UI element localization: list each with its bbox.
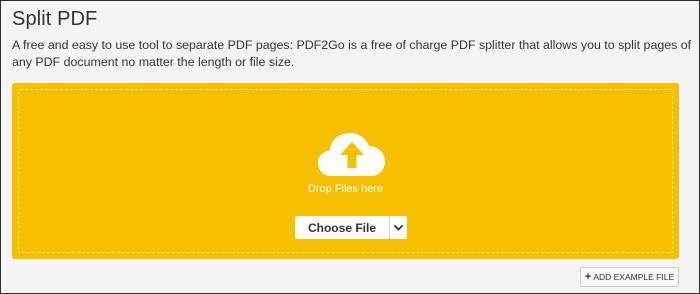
choose-file-group: Choose File (295, 216, 407, 239)
plus-icon: + (584, 270, 592, 283)
page-description: A free and easy to use tool to separate … (12, 38, 692, 69)
add-example-file-button[interactable]: + ADD EXAMPLE FILE (580, 267, 679, 287)
choose-file-button[interactable]: Choose File (295, 216, 389, 239)
drop-zone-border: Drop Files here Choose File (18, 89, 673, 253)
upload-source-dropdown[interactable] (389, 216, 407, 239)
page-frame: Split PDF A free and easy to use tool to… (0, 0, 700, 294)
drop-files-text: Drop Files here (307, 183, 384, 195)
chevron-down-icon (394, 224, 403, 230)
add-example-file-label: ADD EXAMPLE FILE (593, 272, 675, 282)
file-drop-zone[interactable]: Drop Files here Choose File (12, 83, 679, 259)
cloud-upload-icon (318, 133, 385, 176)
page-title: Split PDF (12, 8, 98, 30)
